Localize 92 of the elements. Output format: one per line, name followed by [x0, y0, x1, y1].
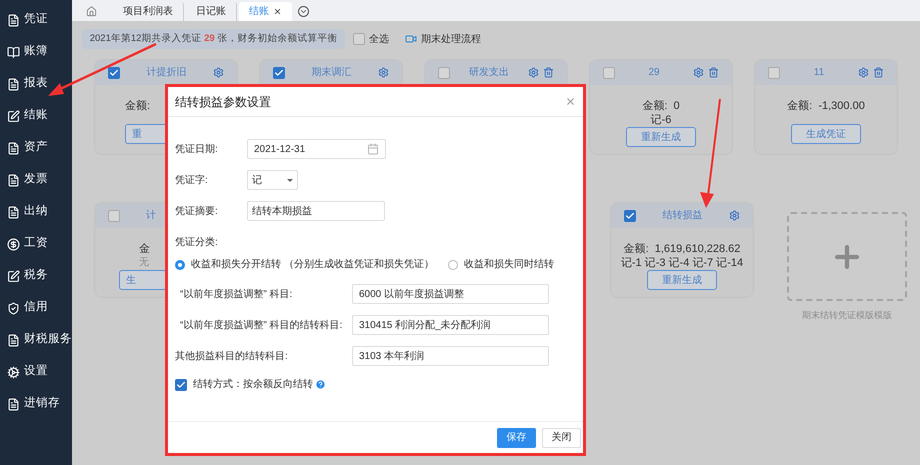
sidebar-item[interactable]: 凭证: [0, 4, 72, 36]
radio-label[interactable]: 收益和损失同时结转: [464, 257, 554, 272]
voucher-refs: 记-1 记-3 记-4 记-7 记-14: [620, 256, 744, 270]
sidebar-item[interactable]: 报表: [0, 68, 72, 100]
sidebar-item[interactable]: 账簿: [0, 36, 72, 68]
card-title: 11: [814, 66, 824, 80]
account-field[interactable]: 6000 以前年度损益调整: [352, 284, 549, 304]
checkbox-label: 结转方式：按余额反向结转: [193, 378, 313, 392]
select-all-label[interactable]: 全选: [369, 32, 389, 46]
sidebar-item[interactable]: 税务: [0, 260, 72, 292]
tab[interactable]: 项目利润表: [113, 2, 184, 21]
video-icon[interactable]: [405, 33, 417, 45]
close-icon[interactable]: [273, 7, 282, 16]
process-link[interactable]: 期末处理流程: [421, 32, 481, 46]
checkbox[interactable]: [768, 66, 780, 78]
document-icon: [7, 206, 20, 218]
checkbox[interactable]: [108, 66, 120, 78]
document-icon: [7, 398, 20, 410]
edit-icon: [7, 110, 20, 122]
settings-icon[interactable]: [378, 67, 389, 78]
card-title: 结转损益: [662, 208, 702, 223]
calendar-icon[interactable]: [367, 143, 379, 155]
sidebar-item[interactable]: 出纳: [0, 196, 72, 228]
tab-menu-icon[interactable]: [298, 6, 309, 17]
sidebar-item[interactable]: 发票: [0, 164, 72, 196]
help-icon[interactable]: [315, 379, 326, 390]
checkbox[interactable]: [438, 66, 450, 78]
sidebar-item[interactable]: 工资: [0, 228, 72, 260]
coin-icon: [7, 238, 20, 250]
amount-text: 金: [139, 242, 150, 256]
card-title: 计提折旧: [146, 66, 186, 80]
tab[interactable]: 日记账: [186, 2, 237, 21]
checkbox[interactable]: [175, 378, 187, 390]
sidebar-item[interactable]: 信用: [0, 292, 72, 324]
trash-icon[interactable]: [708, 67, 719, 78]
field-label: “以前年度损益调整” 科目的结转科目:: [180, 318, 344, 332]
card-title: 计: [146, 208, 156, 223]
document-icon: [7, 78, 20, 90]
checkbox[interactable]: [353, 33, 365, 45]
amount-text: 金额: -1,300.00: [787, 99, 865, 113]
sidebar-item[interactable]: 进销存: [0, 388, 72, 420]
settings-icon[interactable]: [213, 67, 224, 78]
sidebar-item[interactable]: 结账: [0, 100, 72, 132]
settings-icon[interactable]: [729, 210, 740, 221]
radio-label[interactable]: 收益和损失分开结转 （分别生成收益凭证和损失凭证）: [191, 257, 434, 272]
field-label: “以前年度损益调整” 科目:: [180, 288, 294, 302]
close-button[interactable]: 关闭: [542, 428, 581, 448]
settings-icon[interactable]: [693, 67, 704, 78]
document-icon: [7, 174, 20, 186]
voucher-word-select[interactable]: 记: [247, 170, 298, 190]
book-icon: [7, 46, 20, 58]
dropdown-icon: [287, 178, 293, 182]
sidebar-item[interactable]: 资产: [0, 132, 72, 164]
shield-icon: [7, 302, 20, 314]
checkbox[interactable]: [108, 210, 120, 222]
document-icon: [7, 142, 20, 154]
field-label: 凭证字:: [175, 174, 209, 188]
field-label: 凭证分类:: [175, 236, 219, 250]
date-field[interactable]: 2021-12-31: [247, 139, 386, 159]
voucher-refs: 记-6: [650, 113, 672, 127]
radio-button[interactable]: [175, 260, 185, 270]
home-icon[interactable]: [86, 6, 97, 17]
add-card-label: 期末结转凭证模版模版: [802, 309, 892, 322]
account-field[interactable]: 310415 利润分配_未分配利润: [352, 315, 549, 335]
amount-text: 金额: 1,619,610,228.62: [624, 242, 740, 256]
document-icon: [7, 14, 20, 26]
sidebar-item[interactable]: 财税服务: [0, 324, 72, 356]
amount-text: 金额:: [125, 99, 150, 113]
settings-icon[interactable]: [858, 67, 869, 78]
settings-icon[interactable]: [528, 67, 539, 78]
settings-icon: [7, 366, 20, 378]
account-field[interactable]: 3103 本年利润: [352, 346, 549, 366]
field-label: 其他损益科目的结转科目:: [175, 350, 289, 364]
trash-icon[interactable]: [873, 67, 884, 78]
note-text: 无: [139, 256, 149, 270]
banner-text: 2021年第12期共录入凭证 29 张，财务初始余额试算平衡: [90, 32, 338, 46]
dialog-title: 结转损益参数设置: [175, 94, 271, 110]
summary-field[interactable]: 结转本期损益: [247, 201, 385, 221]
radio-button[interactable]: [448, 260, 458, 270]
checkbox[interactable]: [273, 66, 285, 78]
checkbox[interactable]: [624, 210, 636, 222]
edit-icon: [7, 270, 20, 282]
sidebar-item[interactable]: 设置: [0, 356, 72, 388]
document-icon: [7, 334, 20, 346]
checkbox[interactable]: [603, 66, 615, 78]
card-title: 研发支出: [469, 66, 509, 80]
trash-icon[interactable]: [543, 67, 554, 78]
field-label: 凭证日期:: [175, 142, 219, 156]
field-label: 凭证摘要:: [175, 204, 219, 218]
card-title: 期末调汇: [312, 66, 352, 80]
card-title: 29: [648, 66, 660, 80]
amount-text: 金额: 0: [642, 99, 680, 113]
